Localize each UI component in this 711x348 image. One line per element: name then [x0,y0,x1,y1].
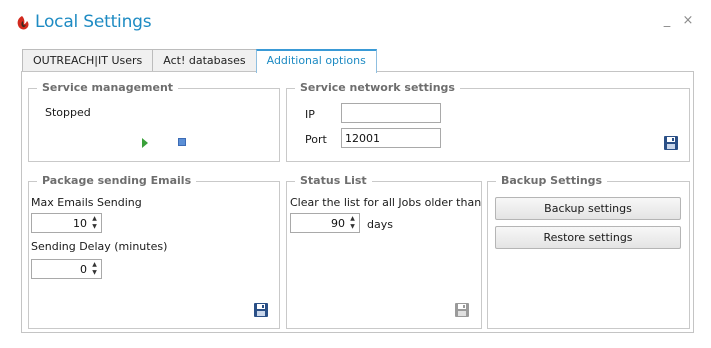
restore-settings-button[interactable]: Restore settings [495,226,681,249]
window-title: Local Settings [35,12,152,32]
start-service-button[interactable] [139,135,155,151]
tab-outreach-users[interactable]: OUTREACH|IT Users [22,49,154,72]
max-emails-label: Max Emails Sending [31,196,142,209]
ip-input[interactable] [341,103,441,123]
sending-delay-value: 0 [80,263,87,276]
clear-list-label: Clear the list for all Jobs older than [290,196,482,209]
service-status-text: Stopped [45,106,91,119]
port-input[interactable]: 12001 [341,128,441,148]
service-network-group: Service network settings IP Port 12001 [286,81,690,162]
close-button[interactable]: × [681,14,695,28]
stop-service-button[interactable] [175,135,191,151]
tab-panel-additional-options: Service management Stopped Service netwo… [21,71,694,333]
minimize-button[interactable]: _ [660,14,674,28]
package-emails-title: Package sending Emails [37,174,197,188]
max-emails-stepper[interactable]: 10 ▲ ▼ [31,213,102,233]
days-stepper[interactable]: 90 ▲ ▼ [290,213,360,233]
backup-settings-title: Backup Settings [496,174,608,188]
spin-down-icon[interactable]: ▼ [89,269,100,277]
port-label: Port [305,133,327,146]
spin-down-icon[interactable]: ▼ [89,223,100,231]
save-icon[interactable] [663,135,679,151]
max-emails-value: 10 [73,217,87,230]
service-management-title: Service management [37,81,179,95]
backup-settings-group: Backup Settings Backup settings Restore … [487,174,690,329]
ip-label: IP [305,108,315,121]
status-list-title: Status List [295,174,372,188]
sending-delay-label: Sending Delay (minutes) [31,240,168,253]
title-bar: Local Settings _ × [0,0,711,44]
app-logo-icon [17,16,29,30]
days-unit-label: days [367,218,393,231]
save-icon [455,303,469,317]
status-list-group: Status List Clear the list for all Jobs … [286,174,482,329]
stop-icon [178,138,186,146]
spin-up-icon[interactable]: ▲ [89,215,100,223]
tab-strip: OUTREACH|IT Users Act! databases Additio… [22,49,377,73]
service-network-title: Service network settings [295,81,460,95]
tab-act-databases[interactable]: Act! databases [152,49,257,72]
service-management-group: Service management Stopped [28,81,280,162]
days-value: 90 [331,217,345,230]
spin-up-icon[interactable]: ▲ [347,215,358,223]
sending-delay-stepper[interactable]: 0 ▲ ▼ [31,259,102,279]
save-icon[interactable] [253,302,269,318]
tab-additional-options[interactable]: Additional options [255,49,377,73]
package-emails-group: Package sending Emails Max Emails Sendin… [28,174,280,329]
play-icon [142,138,148,148]
spin-up-icon[interactable]: ▲ [89,261,100,269]
backup-settings-button[interactable]: Backup settings [495,197,681,220]
spin-down-icon[interactable]: ▼ [347,223,358,231]
